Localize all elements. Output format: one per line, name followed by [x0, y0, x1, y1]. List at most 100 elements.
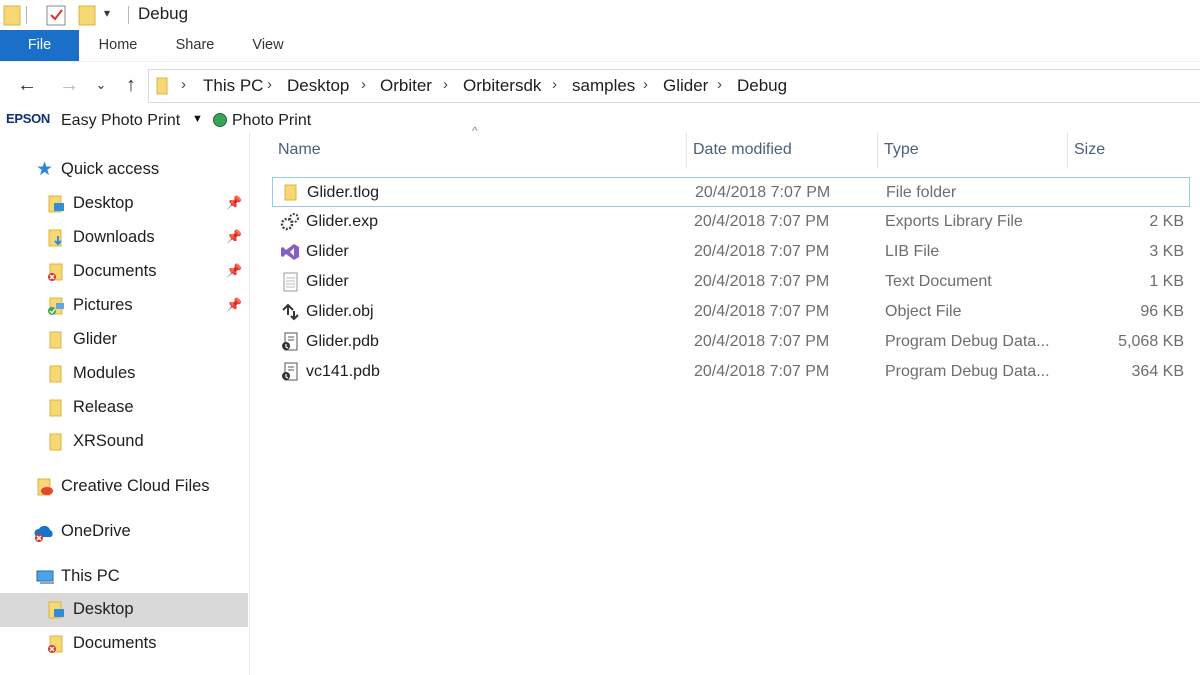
breadcrumb-orbitersdk[interactable]: Orbitersdk [463, 76, 541, 96]
text-document-icon [283, 272, 298, 292]
new-folder-icon[interactable] [76, 3, 98, 27]
sidebar-item-this-pc[interactable]: This PC [0, 560, 248, 594]
file-size: 1 KB [1149, 273, 1184, 290]
table-row[interactable]: Glider.pdb 20/4/2018 7:07 PM Program Deb… [272, 327, 1190, 357]
file-name: Glider.tlog [307, 184, 380, 201]
folder-icon [284, 184, 297, 201]
breadcrumb-separator-icon: › [552, 76, 557, 93]
ribbon: File Home Share View [0, 30, 1200, 62]
onedrive-cloud-icon [34, 525, 53, 542]
sidebar-item-label: Glider [73, 330, 118, 348]
column-header-type[interactable]: Type [877, 132, 1067, 168]
folder-icon [49, 365, 62, 383]
breadcrumb-orbiter[interactable]: Orbiter [380, 76, 432, 96]
recent-locations-chevron-icon[interactable]: ⌄ [88, 72, 114, 98]
breadcrumb-separator-icon: › [361, 76, 366, 93]
sidebar-item-downloads[interactable]: Downloads 📌 [0, 221, 248, 255]
table-row[interactable]: Glider.exp 20/4/2018 7:07 PM Exports Lib… [272, 207, 1190, 237]
star-icon: ★ [36, 159, 54, 180]
table-row[interactable]: vc141.pdb 20/4/2018 7:07 PM Program Debu… [272, 357, 1190, 387]
up-arrow-icon[interactable]: ↑ [118, 72, 144, 98]
sidebar-item-documents[interactable]: Documents 📌 [0, 255, 248, 289]
sidebar-item-creative-cloud[interactable]: Creative Cloud Files [0, 470, 248, 504]
pictures-folder-icon [48, 297, 64, 315]
navigation-bar: ← → ⌄ ↑ › This PC › Desktop › Orbiter › … [0, 62, 1200, 108]
breadcrumb-samples[interactable]: samples [572, 76, 635, 96]
table-row[interactable]: Glider 20/4/2018 7:07 PM Text Document 1… [272, 267, 1190, 297]
file-date: 20/4/2018 7:07 PM [694, 273, 830, 290]
epson-toolbar: EPSON Easy Photo Print ▼ Photo Print [0, 108, 1200, 132]
downloads-folder-icon [48, 229, 62, 247]
table-row[interactable]: Glider.tlog 20/4/2018 7:07 PM File folde… [272, 177, 1190, 207]
sidebar-item-pictures[interactable]: Pictures 📌 [0, 289, 248, 323]
file-type: Exports Library File [885, 213, 1023, 230]
tab-view[interactable]: View [240, 30, 296, 61]
table-row[interactable]: Glider 20/4/2018 7:07 PM LIB File 3 KB [272, 237, 1190, 267]
sidebar-item-label: Desktop [73, 194, 134, 212]
documents-folder-icon [48, 635, 63, 653]
file-date: 20/4/2018 7:07 PM [695, 184, 831, 201]
breadcrumb-debug[interactable]: Debug [737, 76, 787, 96]
file-name: Glider.obj [306, 303, 374, 320]
file-date: 20/4/2018 7:07 PM [694, 333, 830, 350]
sidebar-item-label: Documents [73, 262, 157, 280]
breadcrumb-separator-icon: › [267, 76, 272, 93]
sidebar-item-this-pc-documents[interactable]: Documents [0, 627, 248, 661]
sidebar-item-label: Modules [73, 364, 136, 382]
sidebar-item-label: Downloads [73, 228, 155, 246]
file-type: File folder [886, 184, 957, 201]
sidebar-item-release[interactable]: Release [0, 391, 248, 425]
sidebar-item-modules[interactable]: Modules [0, 357, 248, 391]
pdb-file-icon [282, 332, 298, 351]
tab-file[interactable]: File [0, 30, 79, 61]
properties-icon[interactable] [44, 3, 68, 27]
folder-icon [3, 5, 21, 26]
file-type: LIB File [885, 243, 940, 260]
pin-icon[interactable]: 📌 [226, 297, 242, 313]
file-date: 20/4/2018 7:07 PM [694, 303, 830, 320]
easy-photo-print-button[interactable]: Easy Photo Print [61, 112, 180, 130]
address-bar[interactable]: › This PC › Desktop › Orbiter › Orbiters… [148, 69, 1200, 103]
breadcrumb-this-pc[interactable]: This PC [203, 76, 263, 96]
column-header-date-modified[interactable]: Date modified [686, 132, 877, 168]
sidebar-item-quick-access[interactable]: ★ Quick access [0, 153, 248, 187]
tab-share[interactable]: Share [164, 30, 226, 61]
sidebar-item-label: Desktop [73, 600, 134, 618]
pin-icon[interactable]: 📌 [226, 263, 242, 279]
breadcrumb-separator-icon: › [181, 76, 186, 93]
table-row[interactable]: Glider.obj 20/4/2018 7:07 PM Object File… [272, 297, 1190, 327]
file-type: Program Debug Data... [885, 363, 1050, 380]
customize-toolbar-chevron-icon[interactable]: ▾ [104, 6, 110, 20]
gears-file-icon [280, 213, 299, 231]
sidebar-item-onedrive[interactable]: OneDrive [0, 515, 248, 549]
file-type: Text Document [885, 273, 992, 290]
sidebar-item-this-pc-desktop[interactable]: Desktop [0, 593, 248, 627]
desktop-folder-icon [48, 195, 64, 213]
file-size: 364 KB [1131, 363, 1184, 380]
file-name: Glider.exp [306, 213, 379, 230]
column-header-size[interactable]: Size [1067, 132, 1195, 168]
forward-arrow-icon[interactable]: → [56, 72, 82, 98]
dropdown-arrow-icon[interactable]: ▼ [192, 113, 203, 125]
breadcrumb-desktop[interactable]: Desktop [287, 76, 349, 96]
pdb-file-icon [282, 362, 298, 381]
tab-home[interactable]: Home [86, 30, 150, 61]
window-title: Debug [138, 4, 189, 23]
pin-icon[interactable]: 📌 [226, 229, 242, 245]
sidebar-item-label: OneDrive [61, 522, 131, 540]
sidebar-item-label: This PC [61, 567, 120, 585]
file-type: Program Debug Data... [885, 333, 1050, 350]
file-size: 5,068 KB [1118, 333, 1184, 350]
sidebar-item-glider[interactable]: Glider [0, 323, 248, 357]
sidebar-item-xrsound[interactable]: XRSound [0, 425, 248, 459]
folder-icon [156, 77, 168, 95]
file-name: Glider.pdb [306, 333, 379, 350]
breadcrumb-separator-icon: › [443, 76, 448, 93]
pin-icon[interactable]: 📌 [226, 195, 242, 211]
breadcrumb-glider[interactable]: Glider [663, 76, 708, 96]
back-arrow-icon[interactable]: ← [14, 72, 40, 98]
sidebar-item-desktop[interactable]: Desktop 📌 [0, 187, 248, 221]
photo-print-button[interactable]: Photo Print [232, 112, 311, 130]
computer-icon [36, 570, 54, 584]
column-header-name[interactable]: Name [272, 132, 686, 168]
